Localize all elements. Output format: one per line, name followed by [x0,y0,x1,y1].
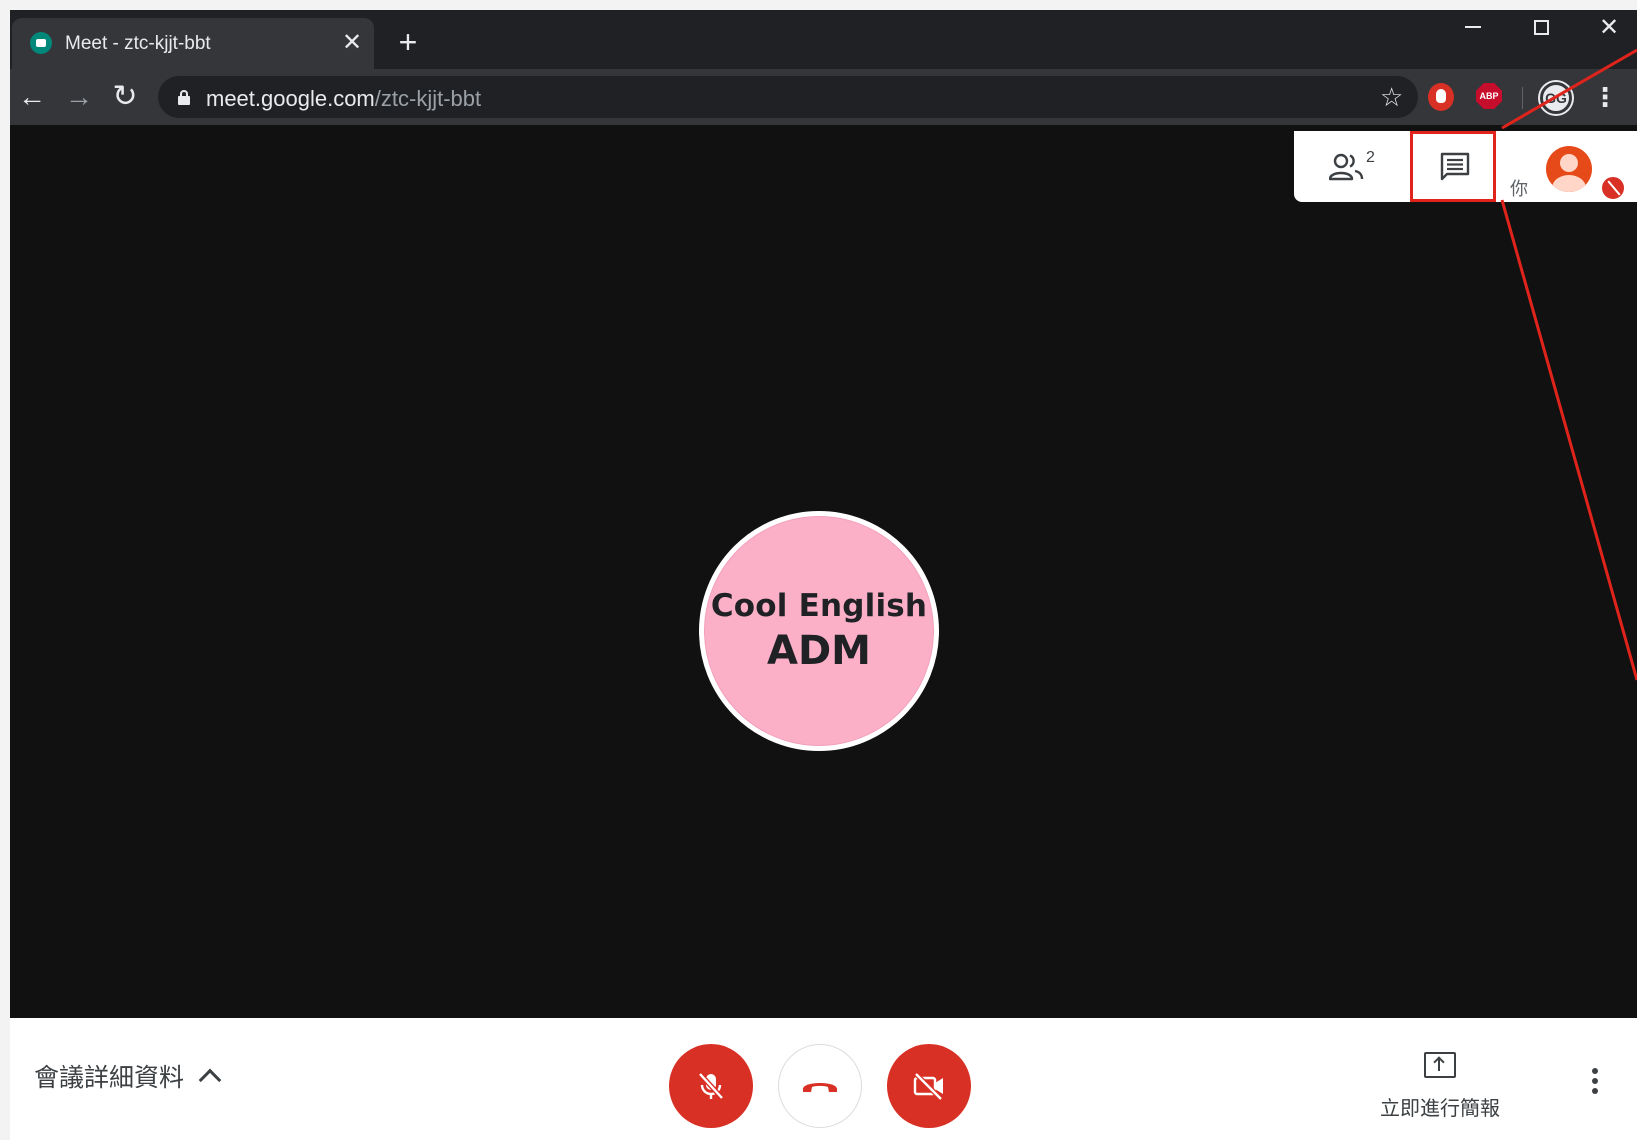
camera-toggle-button[interactable] [887,1044,971,1128]
browser-menu-icon[interactable]: ⋮ [1592,81,1618,113]
window-close-button[interactable]: ✕ [1576,10,1637,50]
bookmark-star-icon[interactable]: ☆ [1380,82,1403,113]
back-button[interactable]: ← [14,79,50,115]
present-screen-icon [1424,1052,1456,1078]
meeting-stage: 2 你 Cool English ADM [10,125,1637,1018]
meeting-details-label: 會議詳細資料 [34,1064,185,1092]
chat-button[interactable] [1410,131,1496,202]
url-path: /ztc-kjjt-bbt [374,86,482,111]
close-icon: ✕ [1598,13,1620,41]
people-icon [1329,153,1364,181]
new-tab-button[interactable]: + [393,26,423,58]
lock-icon[interactable] [178,90,190,105]
meeting-controls-bar: 會議詳細資料 立即進行簡報 [10,1018,1637,1140]
more-vert-icon [1592,1068,1598,1074]
mic-off-badge-icon [1600,175,1626,201]
browser-window: Meet - ztc-kjjt-bbt ✕ + ✕ ← → ↻ meet.goo… [10,10,1637,1140]
participants-button[interactable]: 2 [1312,141,1382,191]
tab-close-icon[interactable]: ✕ [338,29,366,57]
chevron-up-icon [198,1068,222,1092]
self-tile-label: 你 [1510,179,1528,199]
mic-off-icon [698,1072,724,1100]
chat-icon [1440,152,1470,181]
self-avatar[interactable] [1546,146,1592,192]
microphone-toggle-button[interactable] [669,1044,753,1128]
browser-toolbar: ← → ↻ meet.google.com/ztc-kjjt-bbt ☆ ABP… [10,69,1637,125]
maximize-button[interactable] [1508,10,1574,50]
present-now-button[interactable]: 立即進行簡報 [1374,1050,1506,1120]
reload-button[interactable]: ↻ [107,79,143,115]
participant-count: 2 [1366,149,1375,166]
present-now-label: 立即進行簡報 [1380,1098,1500,1120]
minimize-icon [1465,26,1481,28]
title-bar: Meet - ztc-kjjt-bbt ✕ + ✕ [10,10,1637,69]
hang-up-button[interactable] [778,1044,862,1128]
participant-avatar: Cool English ADM [699,511,939,751]
tab-title: Meet - ztc-kjjt-bbt [65,33,211,54]
meeting-details-button[interactable]: 會議詳細資料 [34,1058,222,1094]
maximize-icon [1533,19,1549,35]
google-meet-icon [30,32,52,54]
avatar-text-line2: ADM [767,628,871,674]
url-text[interactable]: meet.google.com/ztc-kjjt-bbt [206,86,481,112]
profile-avatar-icon[interactable]: GG [1540,82,1572,114]
forward-button[interactable]: → [61,79,97,115]
hand-extension-icon[interactable] [1428,83,1454,111]
toolbar-divider [1522,87,1523,109]
adblock-plus-icon[interactable]: ABP [1476,83,1502,109]
url-host: meet.google.com [206,86,375,111]
meeting-top-panel: 2 你 [1294,131,1637,202]
more-options-button[interactable] [1590,1068,1600,1098]
avatar-text-line1: Cool English [710,588,928,624]
phone-hang-up-icon [803,1083,837,1092]
address-bar[interactable]: meet.google.com/ztc-kjjt-bbt ☆ [158,76,1418,118]
camera-off-icon [913,1072,943,1101]
browser-tab[interactable]: Meet - ztc-kjjt-bbt ✕ [12,18,374,69]
minimize-button[interactable] [1440,10,1506,50]
